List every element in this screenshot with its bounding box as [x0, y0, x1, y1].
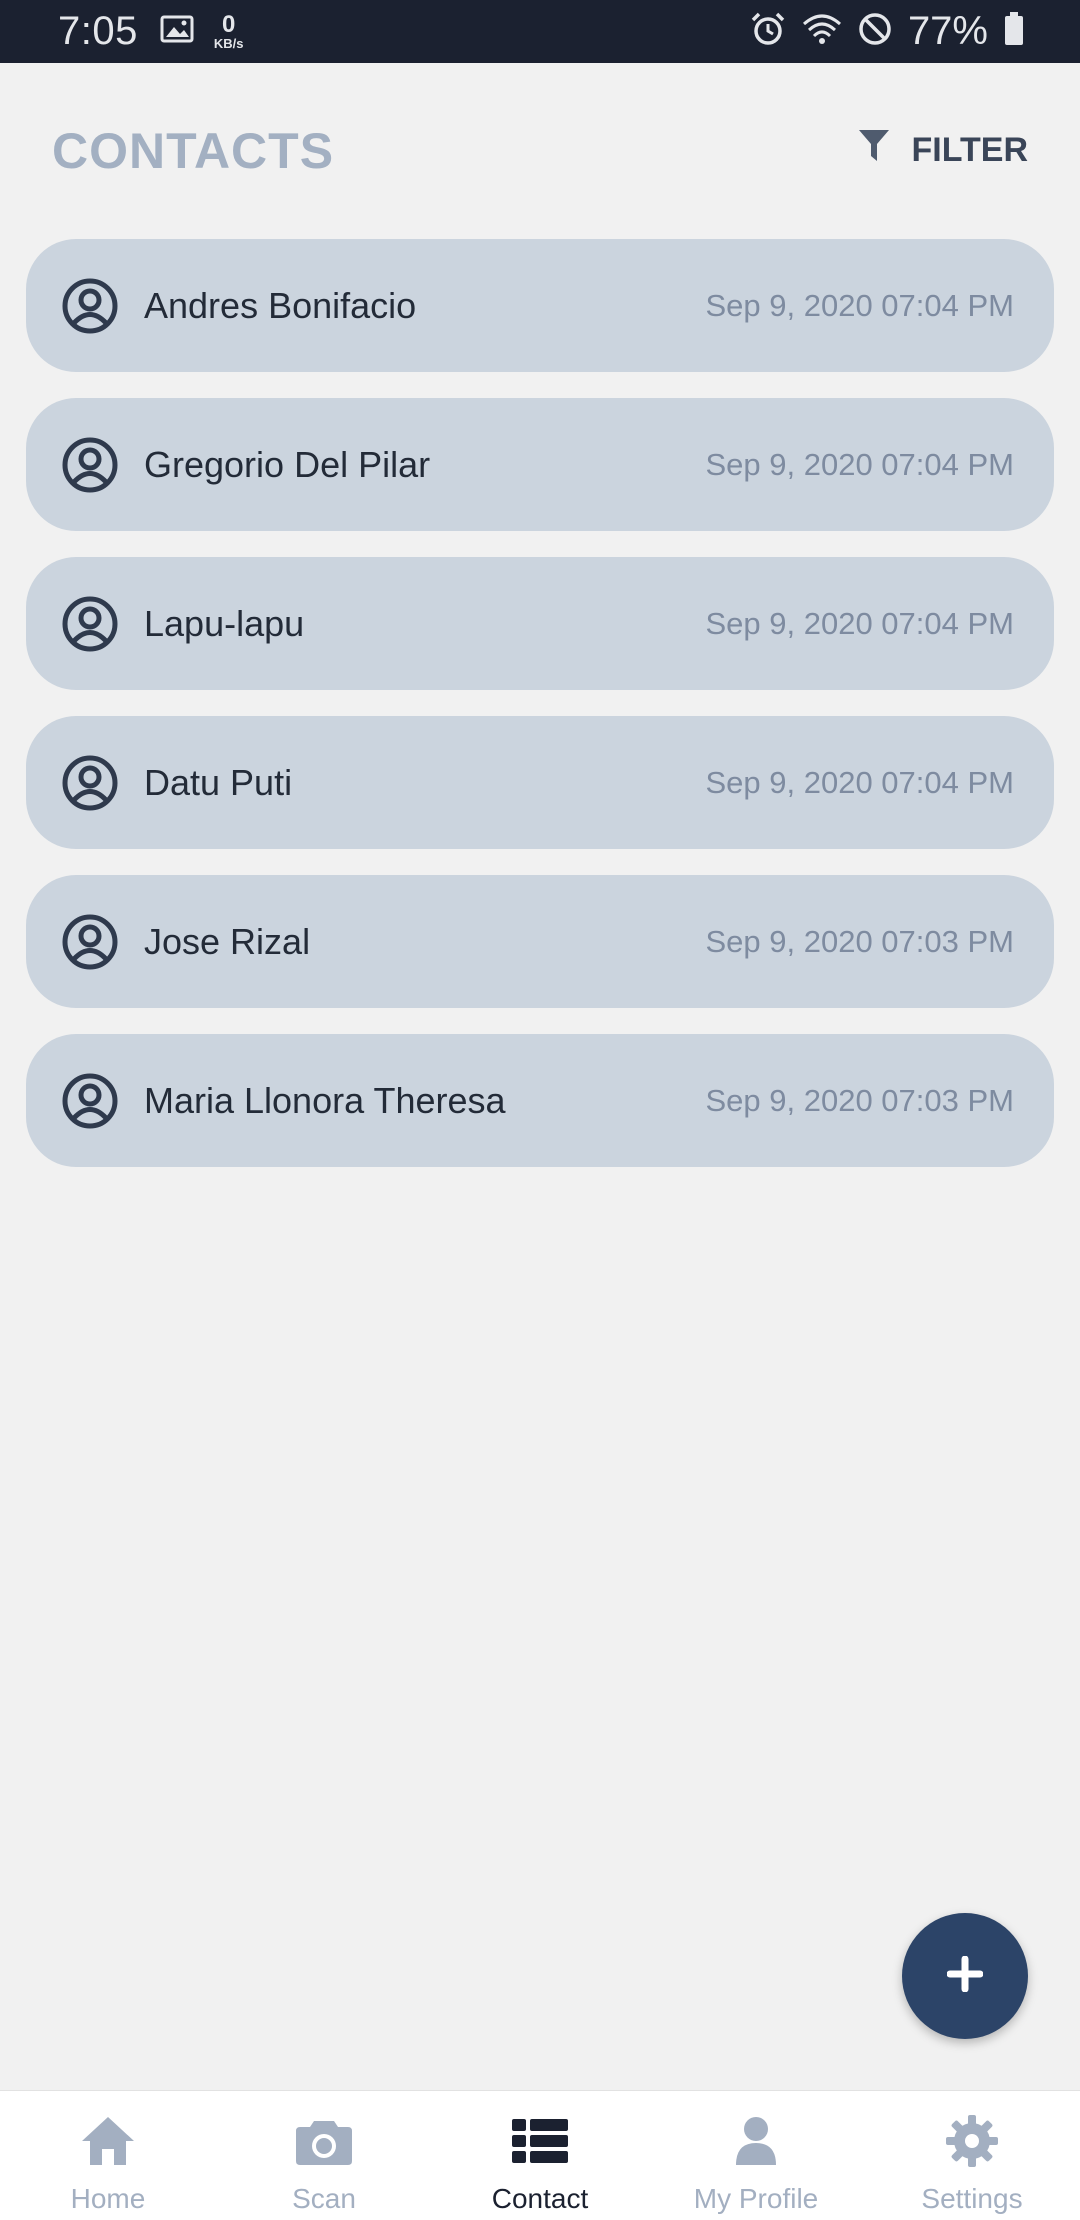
contact-name: Andres Bonifacio: [144, 284, 417, 326]
battery-percent: 77%: [907, 9, 988, 53]
contact-timestamp: Sep 9, 2020 07:03 PM: [705, 923, 1014, 959]
user-avatar-icon: [62, 596, 118, 652]
filter-label: FILTER: [911, 131, 1028, 169]
contact-timestamp: Sep 9, 2020 07:04 PM: [705, 446, 1014, 482]
camera-icon: [294, 2113, 354, 2169]
person-icon: [726, 2113, 786, 2169]
status-bar-right: 77%: [750, 9, 1024, 54]
nav-item-scan[interactable]: Scan: [216, 2091, 432, 2220]
wifi-icon: [802, 12, 842, 51]
contact-timestamp: Sep 9, 2020 07:04 PM: [705, 605, 1014, 641]
contact-list: Andres Bonifacio Sep 9, 2020 07:04 PM Gr…: [26, 239, 1054, 1167]
nav-label-settings: Settings: [921, 2183, 1023, 2214]
contact-card[interactable]: Andres Bonifacio Sep 9, 2020 07:04 PM: [26, 239, 1054, 372]
contact-name: Maria Llonora Theresa: [144, 1079, 506, 1121]
nav-label-contact: Contact: [491, 2183, 589, 2214]
header: CONTACTS FILTER: [0, 63, 1080, 238]
contact-card[interactable]: Jose Rizal Sep 9, 2020 07:03 PM: [26, 875, 1054, 1008]
status-bar-left: 7:05 0 KB/s: [58, 9, 243, 54]
gear-icon: [942, 2113, 1002, 2169]
user-avatar-icon: [62, 278, 118, 334]
status-time: 7:05: [58, 9, 138, 53]
contact-card[interactable]: Lapu-lapu Sep 9, 2020 07:04 PM: [26, 557, 1054, 690]
user-avatar-icon: [62, 1073, 118, 1129]
nav-item-settings[interactable]: Settings: [864, 2091, 1080, 2220]
network-speed-value: 0: [221, 11, 236, 38]
nav-label-my-profile: My Profile: [693, 2183, 819, 2214]
user-avatar-icon: [62, 914, 118, 970]
nav-label-home: Home: [70, 2183, 146, 2214]
do-not-disturb-icon: [858, 12, 892, 51]
network-speed: 0 KB/s: [213, 11, 244, 51]
contact-name: Datu Puti: [144, 761, 293, 803]
filter-button[interactable]: FILTER: [858, 129, 1028, 172]
contact-name: Lapu-lapu: [144, 602, 305, 644]
contact-timestamp: Sep 9, 2020 07:04 PM: [705, 287, 1014, 323]
nav-item-contact[interactable]: Contact: [432, 2091, 648, 2220]
contact-card[interactable]: Datu Puti Sep 9, 2020 07:04 PM: [26, 716, 1054, 849]
filter-icon: [858, 129, 890, 172]
add-contact-button[interactable]: [902, 1913, 1028, 2039]
nav-item-home[interactable]: Home: [0, 2091, 216, 2220]
nav-label-scan: Scan: [292, 2183, 356, 2214]
user-avatar-icon: [62, 755, 118, 811]
contact-name: Jose Rizal: [144, 920, 311, 962]
list-icon: [510, 2113, 570, 2169]
contact-timestamp: Sep 9, 2020 07:03 PM: [705, 1082, 1014, 1118]
nav-item-my-profile[interactable]: My Profile: [648, 2091, 864, 2220]
network-speed-unit: KB/s: [213, 36, 244, 51]
contact-card[interactable]: Gregorio Del Pilar Sep 9, 2020 07:04 PM: [26, 398, 1054, 531]
contact-timestamp: Sep 9, 2020 07:04 PM: [705, 764, 1014, 800]
alarm-icon: [750, 11, 786, 52]
image-icon: [160, 14, 194, 49]
page-title: CONTACTS: [52, 122, 335, 179]
user-avatar-icon: [62, 437, 118, 493]
contact-card[interactable]: Maria Llonora Theresa Sep 9, 2020 07:03 …: [26, 1034, 1054, 1167]
plus-icon: [946, 1955, 984, 1997]
battery-icon: [1004, 12, 1024, 51]
contact-name: Gregorio Del Pilar: [144, 443, 431, 485]
bottom-nav: Home Scan Contact My Profile Settings: [0, 2090, 1080, 2220]
status-bar: 7:05 0 KB/s 77%: [0, 0, 1080, 63]
home-icon: [78, 2113, 138, 2169]
